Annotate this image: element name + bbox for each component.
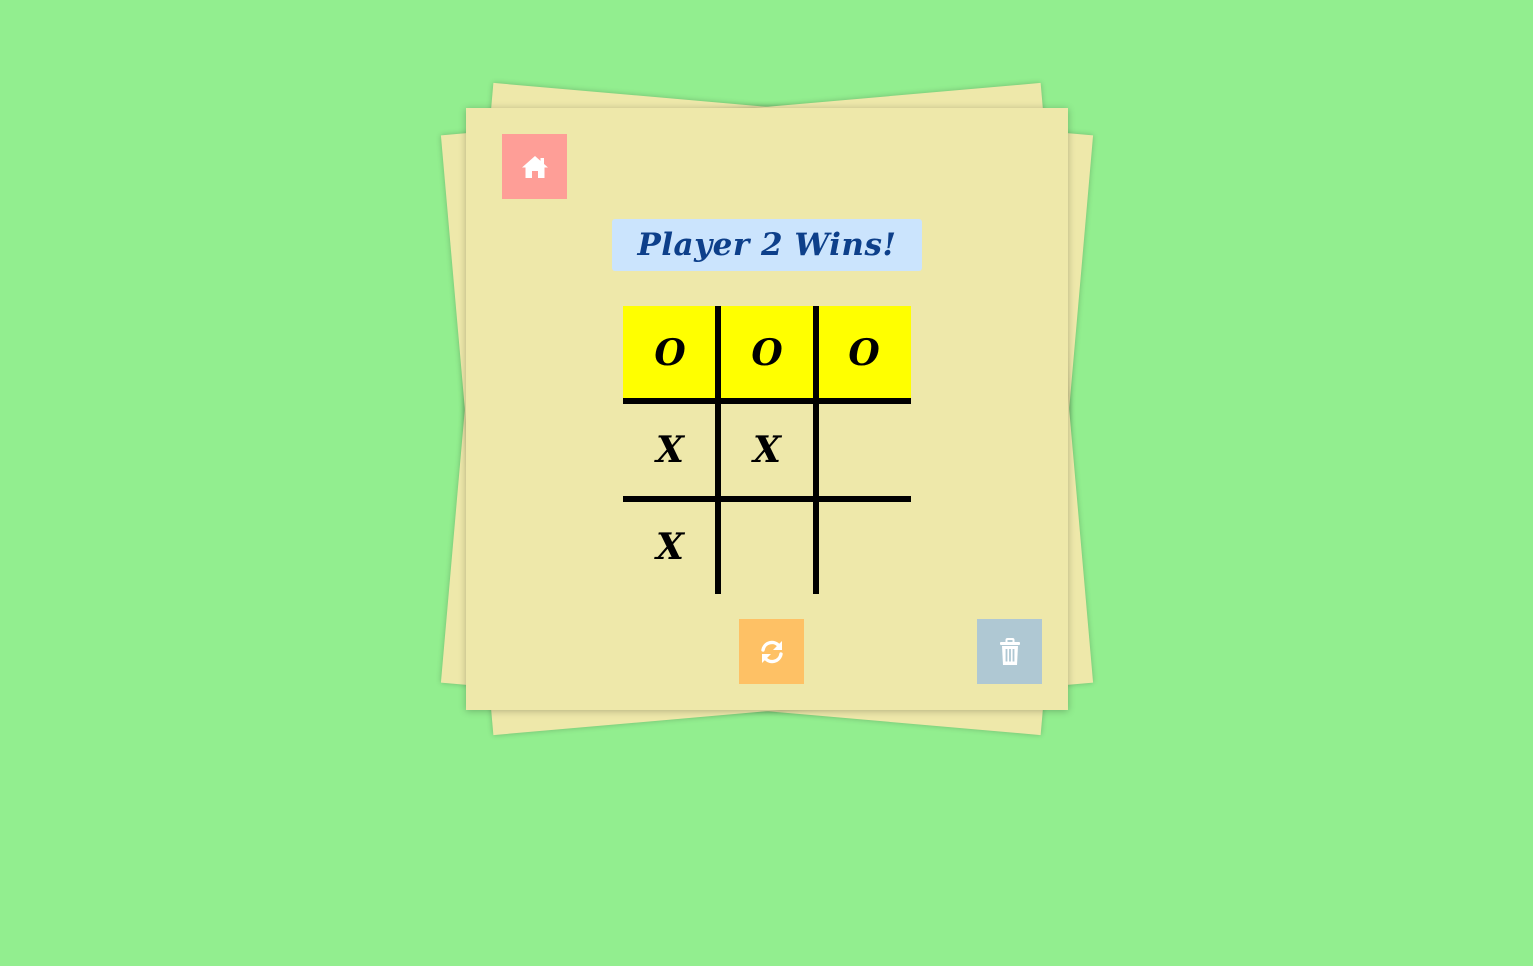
clear-data-button[interactable] <box>977 619 1042 684</box>
home-button[interactable] <box>502 134 567 199</box>
board-cell-2[interactable]: O <box>720 306 814 400</box>
board-cell-8[interactable] <box>720 500 814 594</box>
grid-line-vertical-1 <box>715 306 721 594</box>
game-status-message: Player 2 Wins! <box>612 219 922 271</box>
board-cell-4[interactable]: X <box>623 403 717 497</box>
board-cell-6[interactable] <box>817 403 911 497</box>
grid-line-horizontal-1 <box>623 398 911 404</box>
game-card: Player 2 Wins! O O O X X X <box>466 108 1068 710</box>
trash-icon <box>999 637 1020 665</box>
tic-tac-toe-board: O O O X X X <box>623 306 911 594</box>
board-cell-3[interactable]: O <box>817 306 911 400</box>
board-cell-7[interactable]: X <box>623 500 717 594</box>
board-cell-5[interactable]: X <box>720 403 814 497</box>
board-cell-1[interactable]: O <box>623 306 717 400</box>
reset-game-button[interactable] <box>739 619 804 684</box>
grid-line-horizontal-2 <box>623 496 911 502</box>
refresh-icon <box>760 640 783 663</box>
game-stage: Player 2 Wins! O O O X X X <box>0 0 1533 966</box>
home-icon <box>521 155 548 178</box>
board-cell-9[interactable] <box>817 500 911 594</box>
grid-line-vertical-2 <box>813 306 819 594</box>
